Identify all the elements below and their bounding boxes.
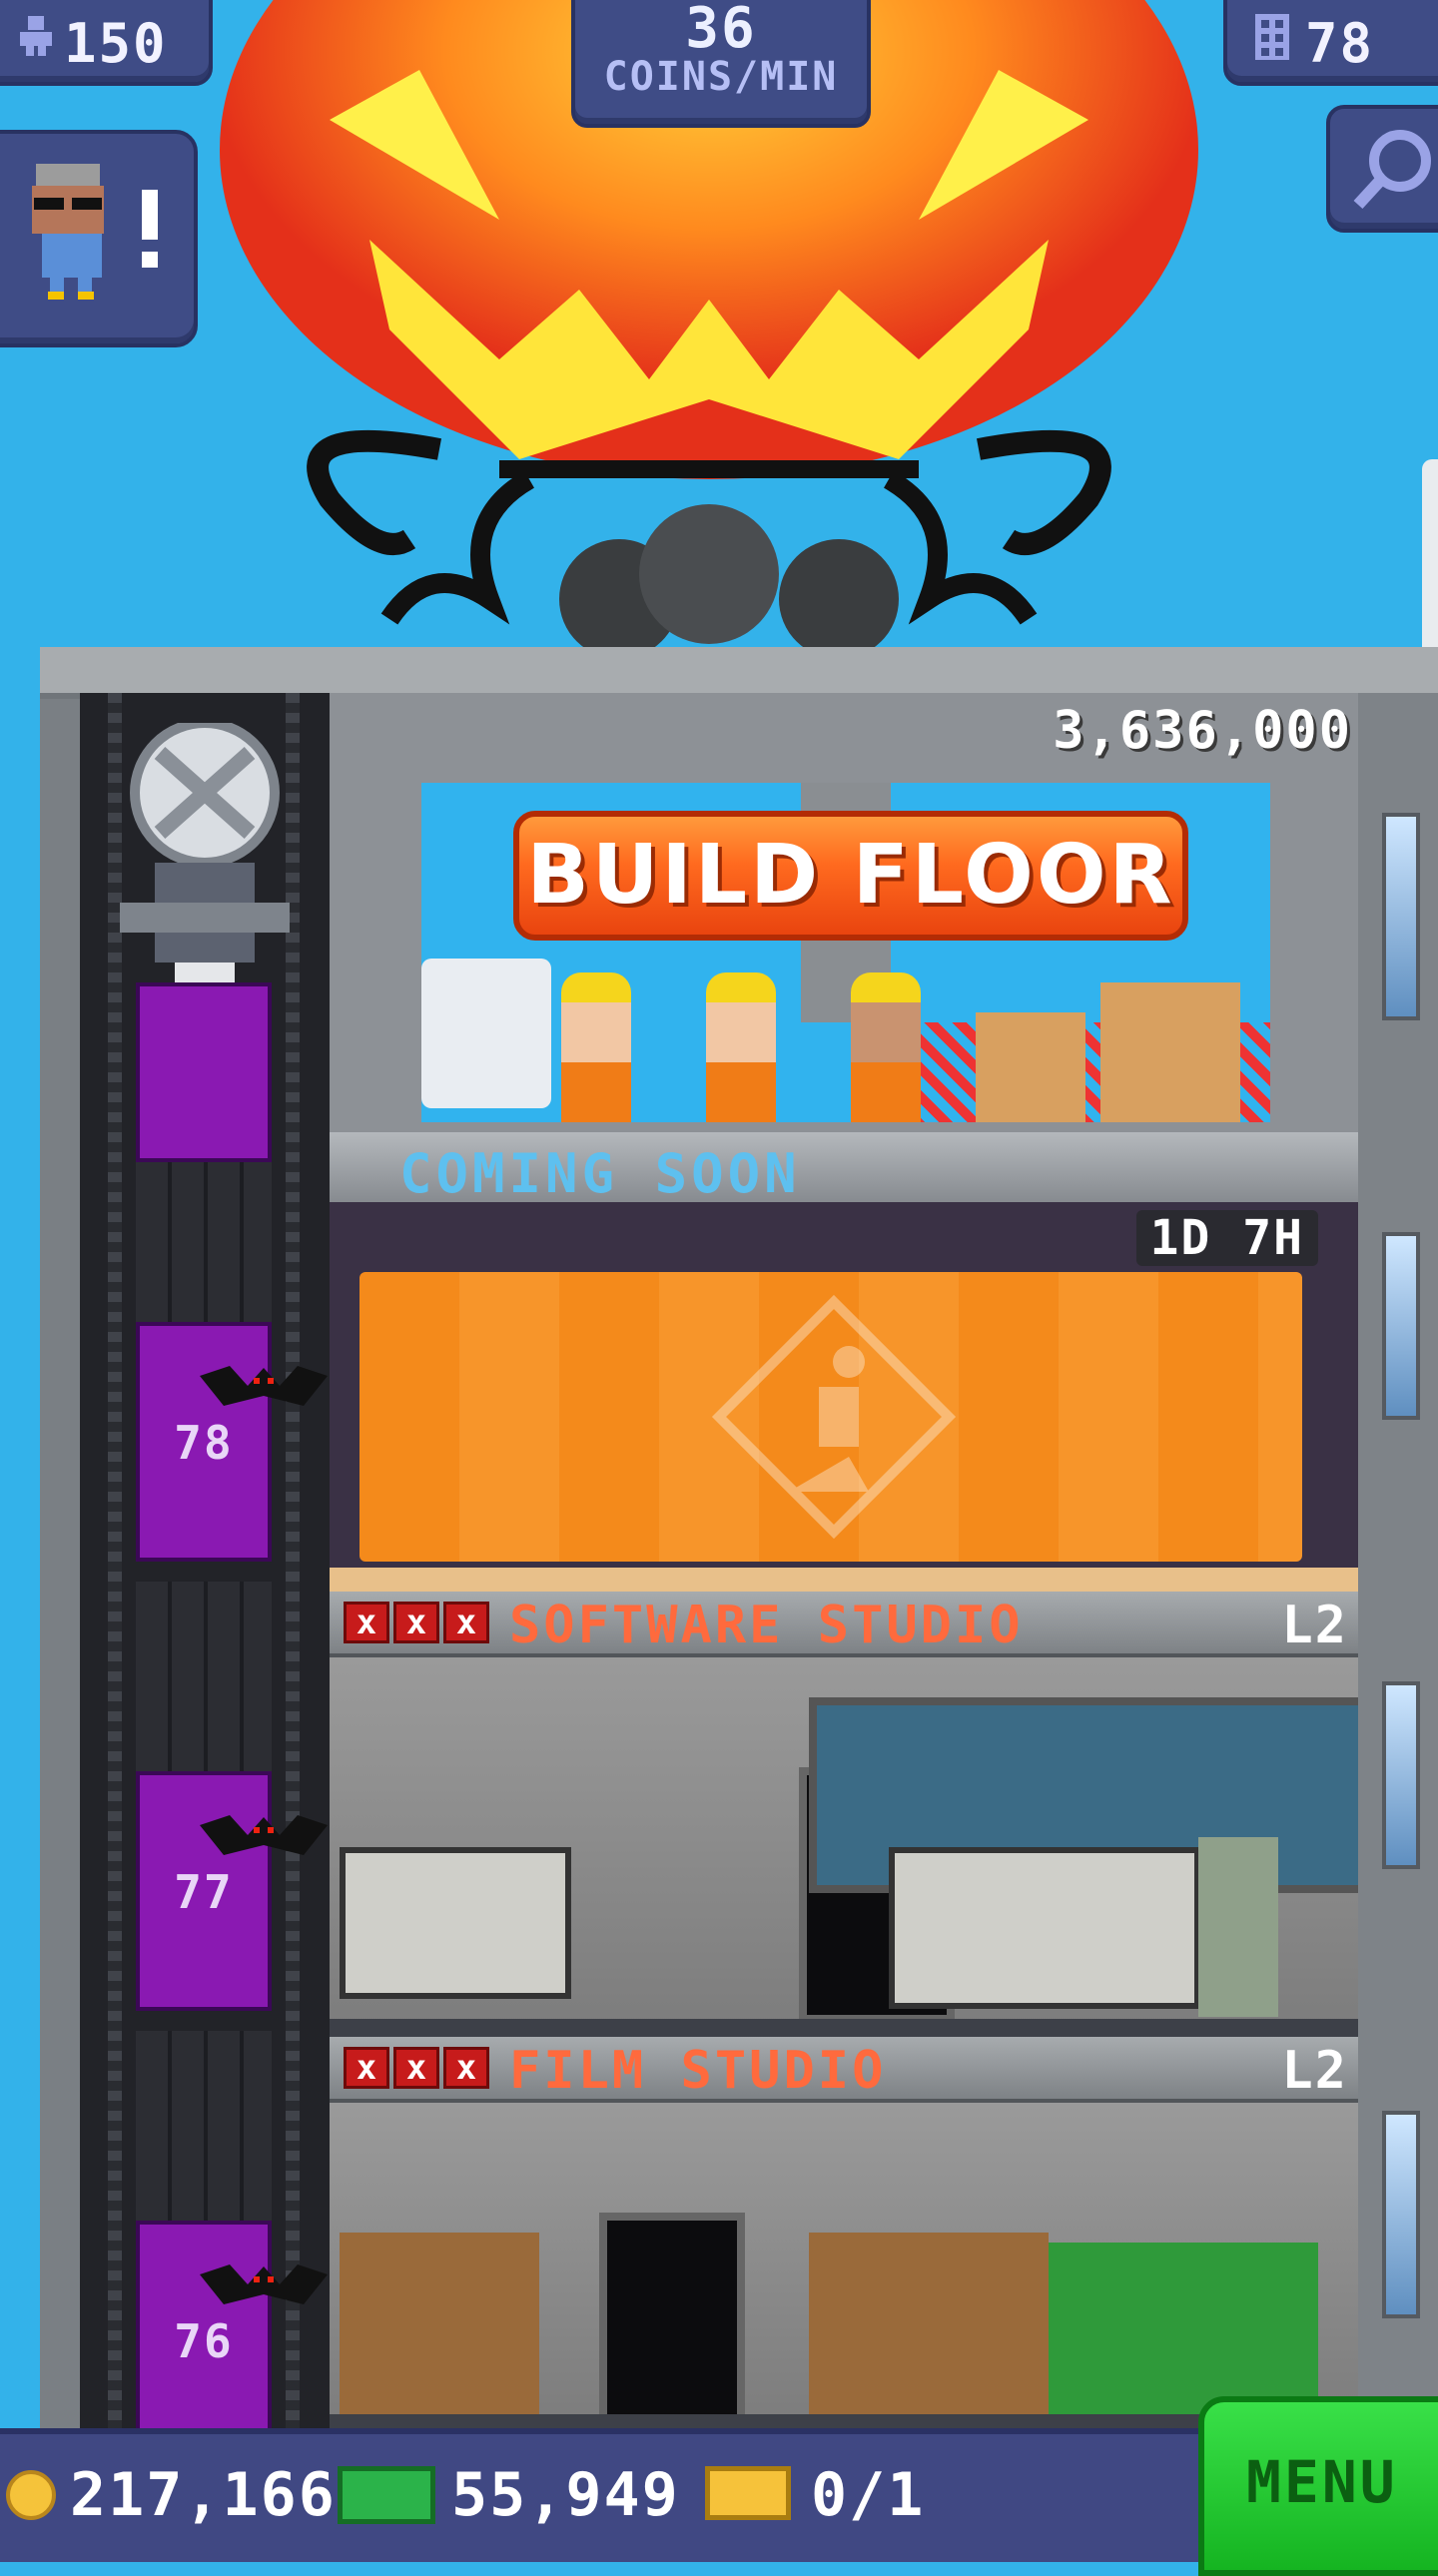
window: [1382, 1232, 1420, 1420]
cement-bag: [421, 959, 551, 1108]
worker: [841, 972, 931, 1122]
file-cabinet: [1198, 1837, 1278, 2017]
shaft-wall: [136, 1582, 272, 1771]
building-icon: [1255, 14, 1289, 60]
build-cost: 3,636,000: [1053, 701, 1352, 761]
zoom-button[interactable]: [1326, 105, 1438, 233]
floor-counter[interactable]: 78: [1223, 0, 1438, 86]
floor-number: 78: [174, 1416, 234, 1470]
brick-pile: [1100, 982, 1240, 1122]
worker: [551, 972, 641, 1122]
desk: [340, 1847, 571, 1999]
alert-exclamation-dot: [142, 252, 158, 268]
coming-soon-bar: COMING SOON: [330, 1132, 1358, 1205]
coins-per-min-panel[interactable]: 36 COINS/MIN: [571, 0, 871, 128]
shaft-wall: [136, 1162, 272, 1322]
coming-soon-label: COMING SOON: [399, 1142, 801, 1205]
population-value: 150: [64, 12, 168, 75]
elevator-shaft[interactable]: 78 77 76: [80, 693, 330, 2470]
desk: [889, 1847, 1200, 2009]
bat-icon: [200, 1366, 328, 1406]
worker: [696, 972, 786, 1122]
person-icon: [20, 16, 52, 56]
room-door: [599, 2213, 745, 2432]
menu-button[interactable]: MENU: [1198, 2396, 1438, 2576]
bat-icon: [200, 1815, 328, 1855]
floor-label-film-studio[interactable]: xxx FILM STUDIO L2: [330, 2037, 1358, 2103]
shaft-wall: [136, 2031, 272, 2221]
floor-label-software-studio[interactable]: xxx SOFTWARE STUDIO L2: [330, 1592, 1358, 1657]
avatar: [32, 164, 104, 300]
floor-under-construction[interactable]: 1D 7H: [330, 1202, 1358, 1592]
elevator-stop-77[interactable]: 77: [136, 1771, 328, 2011]
stock-empty-icon: x: [393, 2047, 439, 2089]
floor-count-value: 78: [1305, 12, 1375, 75]
stage-door: [809, 2233, 1049, 2432]
floor-name: FILM STUDIO: [509, 2041, 887, 2101]
stock-empty-icon: x: [344, 2047, 389, 2089]
coins-per-min-value: 36: [685, 0, 757, 61]
bux-icon: [338, 2466, 435, 2524]
coins-per-min-label: COINS/MIN: [603, 54, 839, 100]
elevator-motor: [120, 723, 290, 1002]
population-counter[interactable]: 150: [0, 0, 213, 86]
elevator-stop-76[interactable]: 76: [136, 2221, 328, 2460]
floor-number: 76: [174, 2314, 234, 2368]
film-studio-room[interactable]: [330, 2103, 1358, 2432]
window: [1382, 1681, 1420, 1869]
menu-label: MENU: [1246, 2448, 1398, 2516]
ticket-balance: 0/1: [811, 2460, 926, 2530]
floor-level: L2: [1281, 2041, 1348, 2101]
floor-number: 77: [174, 1865, 234, 1919]
construction-sign-icon: [711, 1294, 957, 1540]
construction-tarp: [360, 1272, 1302, 1562]
floor-name: SOFTWARE STUDIO: [509, 1596, 1024, 1655]
bux-balance: 55,949: [451, 2460, 680, 2530]
alert-exclamation-icon: [142, 190, 158, 240]
stage-door: [340, 2233, 539, 2432]
brick-pile: [976, 1012, 1085, 1122]
stock-empty-icon: x: [443, 1602, 489, 1643]
window: [1382, 813, 1420, 1020]
bat-icon: [200, 2264, 328, 2304]
elevator-stop-78[interactable]: 78: [136, 1322, 328, 1562]
tower-right-wall: [1358, 693, 1438, 2470]
ticket-icon: [705, 2466, 791, 2520]
floor-base: [330, 1568, 1358, 1592]
construction-timer: 1D 7H: [1135, 1210, 1318, 1266]
stock-empty-icon: x: [393, 1602, 439, 1643]
window: [1382, 2111, 1420, 2318]
magnifier-icon: [1353, 130, 1431, 210]
coin-balance: 217,166: [70, 2460, 337, 2530]
stock-indicators: xxx: [344, 2047, 493, 2089]
coin-icon: [6, 2470, 56, 2520]
tower-roof: [40, 647, 1438, 699]
build-floor-button[interactable]: BUILD FLOOR: [513, 811, 1188, 941]
elevator-car-top[interactable]: [136, 982, 272, 1162]
stock-indicators: xxx: [344, 1602, 493, 1643]
software-studio-room[interactable]: [330, 1657, 1358, 2037]
stock-empty-icon: x: [443, 2047, 489, 2089]
visitor-alert-button[interactable]: [0, 130, 198, 347]
floor-level: L2: [1281, 1596, 1348, 1655]
stock-empty-icon: x: [344, 1602, 389, 1643]
